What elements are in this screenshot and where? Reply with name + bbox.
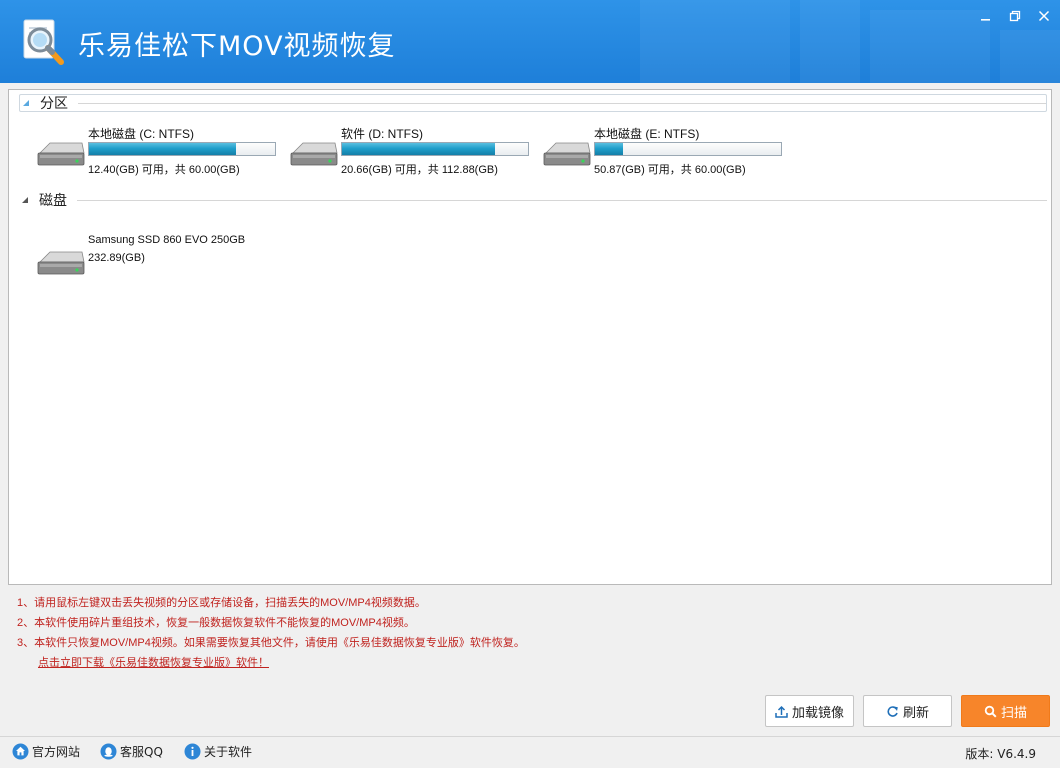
load-image-label: 加载镜像 xyxy=(791,705,844,721)
support-qq-link[interactable]: 客服QQ xyxy=(100,743,163,760)
disk-size: 232.89(GB) xyxy=(88,252,145,264)
disks-group-label: 磁盘 xyxy=(39,193,67,209)
usage-bar xyxy=(594,142,782,156)
upload-icon xyxy=(775,705,788,718)
drive-capacity: 20.66(GB) 可用，共 112.88(GB) xyxy=(341,164,498,176)
drive-name: 软件 (D: NTFS) xyxy=(341,127,423,141)
usage-bar-fill xyxy=(89,143,236,155)
about-link[interactable]: 关于软件 xyxy=(184,743,252,760)
app-title: 乐易佳松下MOV视频恢复 xyxy=(78,31,396,62)
version-label: 版本: V6.4.9 xyxy=(965,747,1036,761)
drive-name: 本地磁盘 (E: NTFS) xyxy=(594,127,700,141)
disks-group-header[interactable]: 磁盘 xyxy=(19,191,1047,209)
drive-panel: 分区 本地磁盘 (C: NTFS) 12.40(GB) 可用，共 60.00(G… xyxy=(8,89,1052,585)
usage-bar-fill xyxy=(342,143,495,155)
qq-icon xyxy=(100,743,117,760)
usage-bar xyxy=(88,142,276,156)
website-link[interactable]: 官方网站 xyxy=(12,743,80,760)
drive-e[interactable]: 本地磁盘 (E: NTFS) 50.87(GB) 可用，共 60.00(GB) xyxy=(542,125,792,179)
drive-name: 本地磁盘 (C: NTFS) xyxy=(88,127,194,141)
partitions-group-header[interactable]: 分区 xyxy=(19,94,1047,112)
group-divider xyxy=(77,199,1047,201)
hard-drive-icon xyxy=(37,142,85,166)
collapse-arrow-icon xyxy=(20,97,32,109)
note-line-2: 2、本软件使用碎片重组技术，恢复一般数据恢复软件不能恢复的MOV/MP4视频。 xyxy=(17,617,415,629)
drive-d[interactable]: 软件 (D: NTFS) 20.66(GB) 可用，共 112.88(GB) xyxy=(289,125,539,179)
load-image-button[interactable]: 加载镜像 xyxy=(765,695,854,727)
note-line-1: 1、请用鼠标左键双击丢失视频的分区或存储设备，扫描丢失的MOV/MP4视频数据。 xyxy=(17,597,426,609)
disk-name: Samsung SSD 860 EVO 250GB xyxy=(88,234,246,246)
instructions: 1、请用鼠标左键双击丢失视频的分区或存储设备，扫描丢失的MOV/MP4视频数据。… xyxy=(17,593,525,673)
about-label: 关于软件 xyxy=(204,745,253,759)
drive-capacity: 12.40(GB) 可用，共 60.00(GB) xyxy=(88,164,240,176)
refresh-label: 刷新 xyxy=(902,705,929,721)
minimize-button[interactable] xyxy=(975,6,997,26)
hard-drive-icon xyxy=(290,142,338,166)
app-logo-icon xyxy=(23,19,64,65)
close-icon xyxy=(1038,10,1050,22)
refresh-button[interactable]: 刷新 xyxy=(863,695,952,727)
note-line-3: 3、本软件只恢复MOV/MP4视频。如果需要恢复其他文件，请使用《乐易佳数据恢复… xyxy=(17,637,525,649)
group-divider xyxy=(78,102,1046,104)
website-label: 官方网站 xyxy=(32,745,81,759)
title-bar: 乐易佳松下MOV视频恢复 xyxy=(0,0,1060,83)
hard-drive-icon xyxy=(37,251,85,275)
support-qq-label: 客服QQ xyxy=(120,745,163,759)
collapse-arrow-icon xyxy=(19,194,31,206)
info-icon xyxy=(184,743,201,760)
home-icon xyxy=(12,743,29,760)
close-button[interactable] xyxy=(1033,6,1055,26)
download-pro-link[interactable]: 点击立即下载《乐易佳数据恢复专业版》软件！ xyxy=(38,653,525,673)
refresh-icon xyxy=(887,705,898,717)
restore-button[interactable] xyxy=(1004,6,1026,26)
usage-bar xyxy=(341,142,529,156)
hard-drive-icon xyxy=(543,142,591,166)
scan-label: 扫描 xyxy=(1000,705,1027,721)
drive-c[interactable]: 本地磁盘 (C: NTFS) 12.40(GB) 可用，共 60.00(GB) xyxy=(36,125,286,179)
usage-bar-fill xyxy=(595,143,623,155)
status-bar: 官方网站 客服QQ 关于软件 版本: V6.4.9 xyxy=(0,736,1060,768)
disk-samsung-ssd[interactable]: Samsung SSD 860 EVO 250GB 232.89(GB) xyxy=(36,234,286,288)
restore-icon xyxy=(1009,10,1021,22)
partitions-group-label: 分区 xyxy=(40,96,68,112)
drive-capacity: 50.87(GB) 可用，共 60.00(GB) xyxy=(594,164,746,176)
search-icon xyxy=(984,705,997,718)
minimize-icon xyxy=(981,19,990,21)
scan-button[interactable]: 扫描 xyxy=(961,695,1050,727)
